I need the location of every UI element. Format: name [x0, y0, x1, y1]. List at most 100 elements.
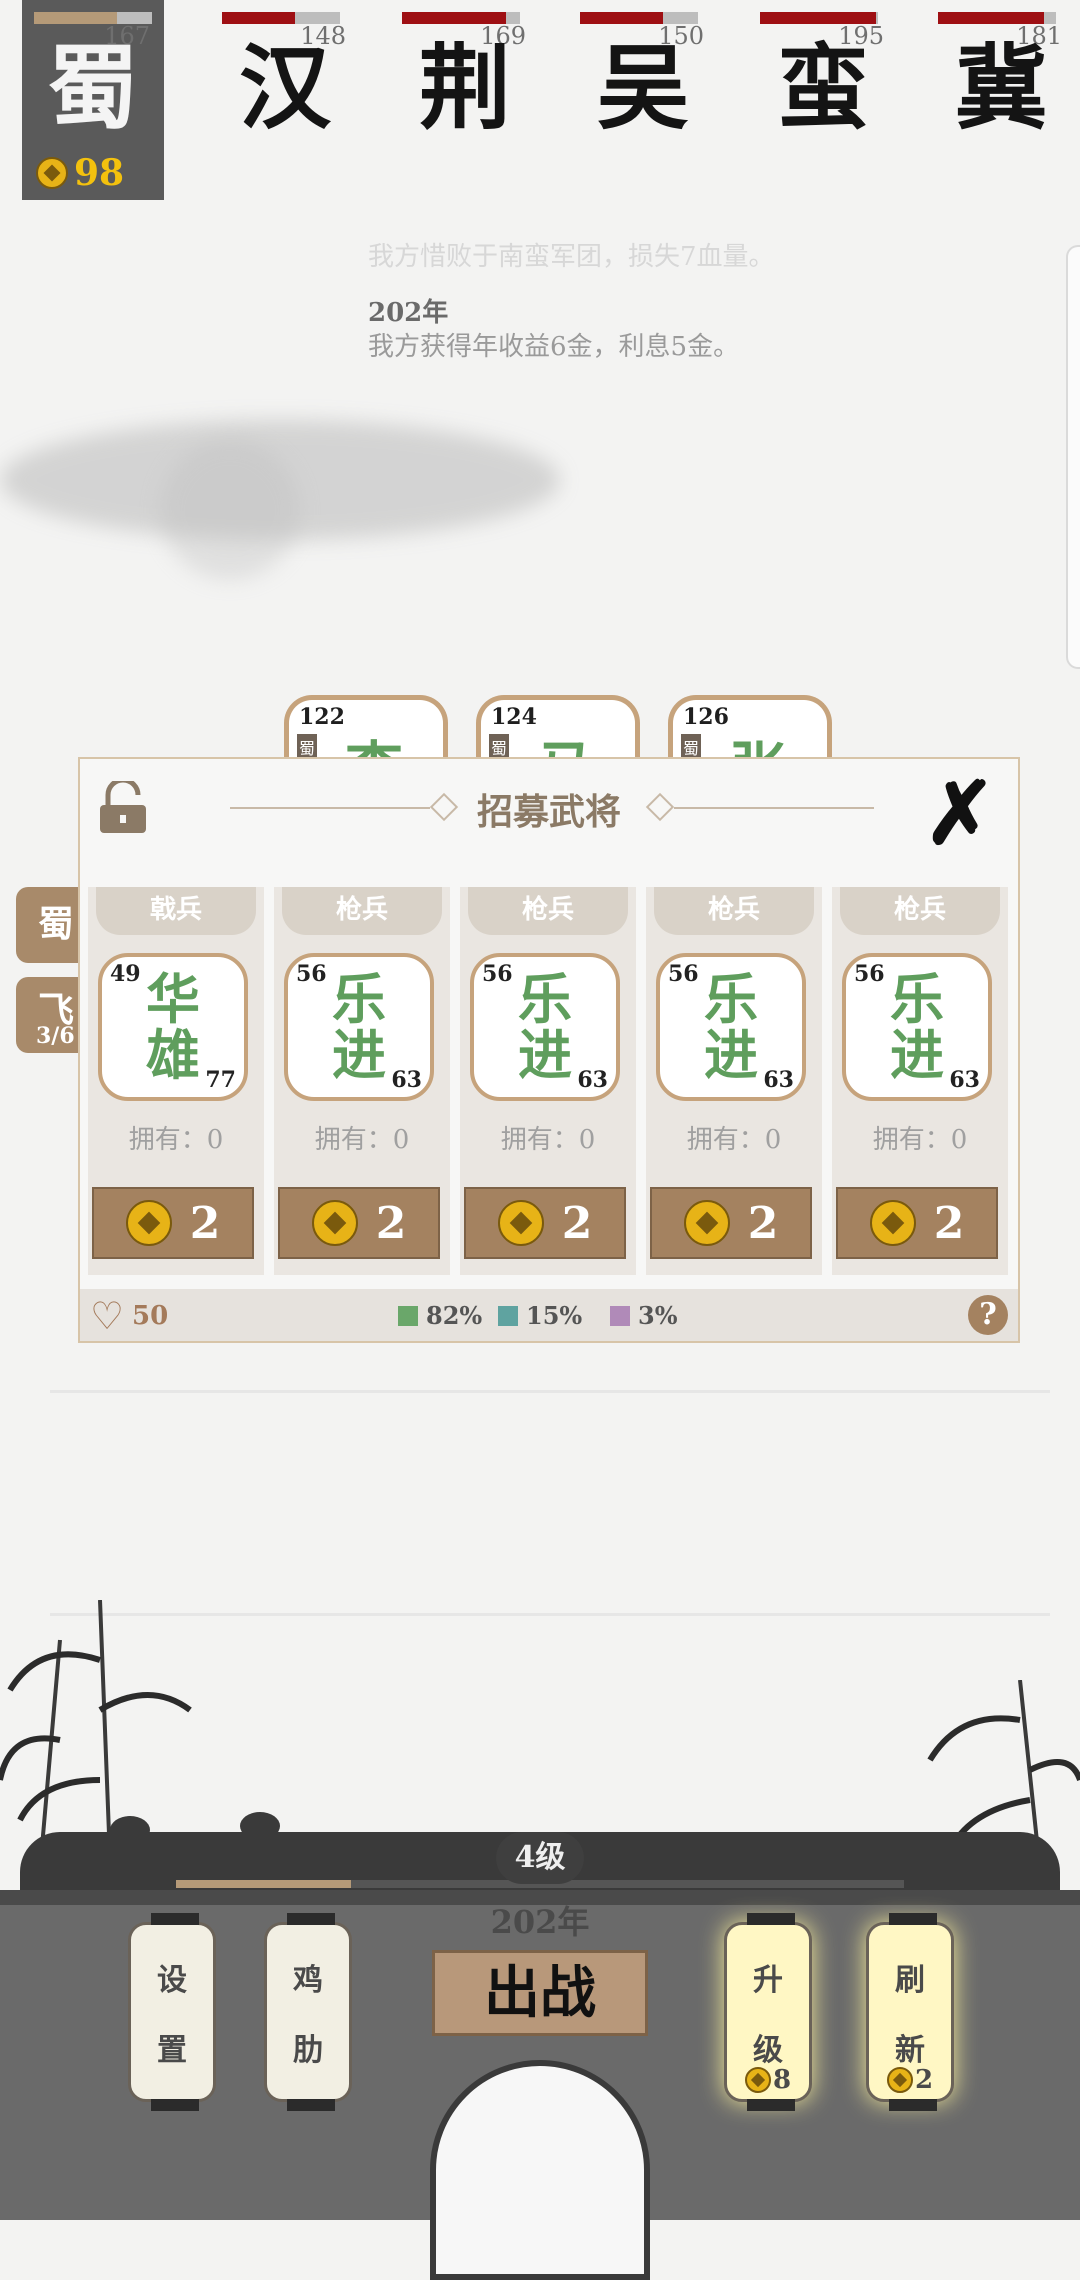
lantern-cost-value: 2: [914, 2065, 934, 2095]
recruit-buy-button[interactable]: 2: [464, 1187, 626, 1259]
rarity-swatch: [498, 1305, 518, 1326]
recruit-buy-button[interactable]: 2: [278, 1187, 440, 1259]
recruit-buy-button[interactable]: 2: [92, 1187, 254, 1259]
refresh-button[interactable]: 刷新2: [866, 1913, 954, 2111]
faction-name: 吴: [596, 34, 689, 142]
general-attack: 77: [205, 1067, 236, 1093]
faction-enemy-2[interactable]: 169 荆: [390, 0, 540, 150]
rarity-odds: 82%: [398, 1301, 482, 1330]
rarity-swatch: [610, 1305, 630, 1326]
coin-icon: [36, 157, 68, 189]
general-attack: 63: [763, 1067, 794, 1093]
recruit-card[interactable]: 枪兵 56 乐进 63 拥有：0 2: [274, 887, 450, 1275]
general-portrait: 56 乐进 63: [470, 953, 620, 1101]
coin-icon: [869, 1200, 916, 1246]
lantern-cost: 2: [869, 2065, 951, 2095]
coin-icon: [497, 1200, 544, 1246]
rarity-odds: 15%: [498, 1301, 582, 1330]
faction-name: 冀: [954, 34, 1047, 142]
gold-display: 98: [36, 152, 124, 194]
faction-enemy-4[interactable]: 195 蛮: [748, 0, 898, 150]
recruit-cost: 2: [189, 1197, 221, 1249]
recruit-buy-button[interactable]: 2: [836, 1187, 998, 1259]
close-icon[interactable]: ✗: [924, 769, 996, 859]
lantern-label-bottom: 肋: [293, 2033, 323, 2068]
dialog-title: 招募武将: [476, 791, 621, 833]
recruit-card[interactable]: 戟兵 49 华雄 77 拥有：0 2: [88, 887, 264, 1275]
coin-icon: [886, 2067, 913, 2093]
rarity-percent: 3%: [638, 1301, 678, 1330]
ink-moon-decoration: [160, 440, 300, 580]
unit-filter-count: 3/6: [36, 1023, 75, 1049]
general-attack: 63: [949, 1067, 980, 1093]
lantern-label-bottom: 新: [895, 2033, 925, 2068]
owned-count: 拥有：0: [500, 1125, 596, 1155]
unit-type: 戟兵: [96, 887, 256, 935]
faction-enemy-3[interactable]: 150 吴: [568, 0, 718, 150]
lantern-label-top: 设: [157, 1963, 187, 1998]
general-name-top: 乐: [518, 967, 572, 1031]
general-portrait: 56 乐进 63: [656, 953, 806, 1101]
recruit-buy-button[interactable]: 2: [650, 1187, 812, 1259]
owned-count: 拥有：0: [314, 1125, 410, 1155]
discard-button[interactable]: 鸡肋: [264, 1913, 352, 2111]
gold-amount: 98: [74, 152, 125, 194]
faction-enemy-1[interactable]: 148 汉: [210, 0, 360, 150]
owned-count: 拥有：0: [128, 1125, 224, 1155]
lantern-cost: 8: [727, 2065, 809, 2095]
fence-decoration: [50, 1390, 1050, 1616]
general-name-top: 乐: [890, 967, 944, 1031]
recruit-cost: 2: [933, 1197, 965, 1249]
upgrade-button[interactable]: 升级8: [724, 1913, 812, 2111]
level-badge: 4级: [496, 1832, 584, 1884]
recruit-dialog: 招募武将 ✗ 戟兵 49 华雄 77 拥有：0 2 枪兵 56 乐进 63 拥有：0 2 枪兵 56 乐进 6…: [78, 757, 1020, 1343]
lantern-label-top: 鸡: [293, 1963, 323, 1998]
battle-log: 我方惜败于南蛮军团，损失7血量。 202年 我方获得年收益6金，利息5金。: [368, 240, 775, 364]
general-portrait: 49 华雄 77: [98, 953, 248, 1101]
rarity-odds: 3%: [610, 1301, 678, 1330]
general-portrait: 56 乐进 63: [842, 953, 992, 1101]
health-value: 50: [132, 1301, 169, 1331]
rarity-percent: 82%: [426, 1301, 483, 1330]
settings-button[interactable]: 设置: [128, 1913, 216, 2111]
faction-name: 蛮: [776, 34, 869, 142]
faction-player-0[interactable]: 167 蜀 98: [22, 0, 164, 200]
faction-name: 蜀: [46, 34, 139, 142]
recruit-cost: 2: [375, 1197, 407, 1249]
rarity-swatch: [398, 1305, 418, 1326]
battle-button[interactable]: 出战: [432, 1950, 648, 2036]
current-year: 202年: [490, 1903, 590, 1941]
recruit-card[interactable]: 枪兵 56 乐进 63 拥有：0 2: [460, 887, 636, 1275]
recruit-card[interactable]: 枪兵 56 乐进 63 拥有：0 2: [646, 887, 822, 1275]
general-name-top: 乐: [704, 967, 758, 1031]
unit-type: 枪兵: [654, 887, 814, 935]
city-gate-arch: [430, 2060, 650, 2280]
log-line: 我方获得年收益6金，利息5金。: [368, 332, 740, 362]
general-attack: 63: [577, 1067, 608, 1093]
unit-filter-tab[interactable]: 飞 3/6: [16, 977, 80, 1053]
unit-type: 枪兵: [840, 887, 1000, 935]
faction-enemy-5[interactable]: 181 冀: [926, 0, 1076, 150]
owned-count: 拥有：0: [872, 1125, 968, 1155]
unit-type: 枪兵: [282, 887, 442, 935]
side-drawer-handle[interactable]: [1066, 245, 1080, 669]
recruit-card[interactable]: 枪兵 56 乐进 63 拥有：0 2: [832, 887, 1008, 1275]
faction-filter-tab[interactable]: 蜀: [16, 887, 80, 963]
recruit-cost: 2: [747, 1197, 779, 1249]
general-portrait: 56 乐进 63: [284, 953, 434, 1101]
log-year: 202年: [368, 298, 449, 328]
general-name-top: 乐: [332, 967, 386, 1031]
title-rule-right: [674, 807, 874, 809]
lantern-label-top: 刷: [895, 1963, 925, 1998]
unit-type: 枪兵: [468, 887, 628, 935]
lantern-label-bottom: 置: [157, 2033, 187, 2068]
coin-icon: [125, 1200, 172, 1246]
dialog-footer: ♡ 50 82% 15% 3% ?: [80, 1289, 1018, 1341]
rarity-percent: 15%: [526, 1301, 583, 1330]
faction-name: 荆: [418, 34, 511, 142]
faction-name: 汉: [238, 34, 331, 142]
lantern-label-top: 升: [753, 1963, 783, 1998]
faction-filter-label: 蜀: [38, 903, 75, 945]
card-level: 122: [299, 704, 345, 730]
help-icon[interactable]: ?: [968, 1295, 1008, 1335]
